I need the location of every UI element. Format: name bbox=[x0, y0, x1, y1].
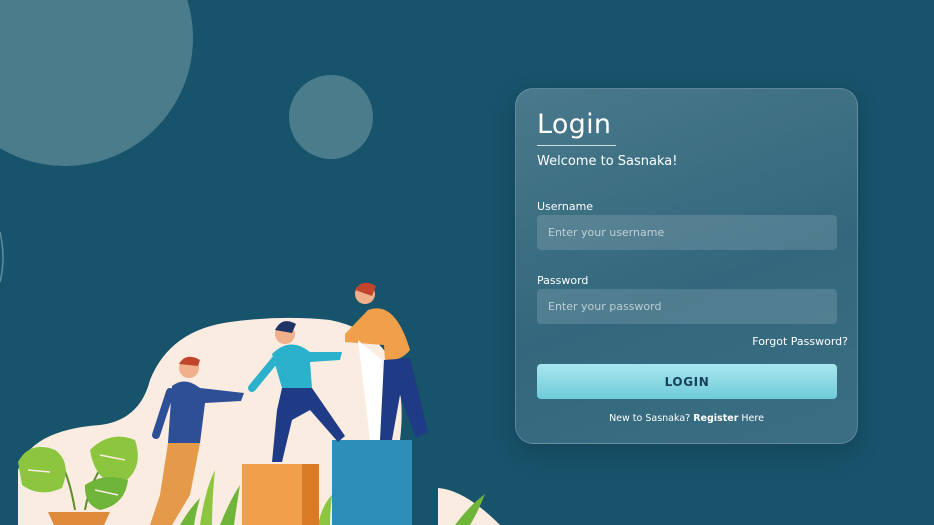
username-label: Username bbox=[537, 200, 594, 213]
login-title: Login bbox=[537, 109, 612, 140]
login-card: Login Welcome to Sasnaka! Username Passw… bbox=[515, 88, 858, 444]
title-underline bbox=[537, 145, 616, 146]
password-label: Password bbox=[537, 274, 589, 287]
large-decorative-circle bbox=[0, 0, 193, 166]
small-decorative-circle bbox=[289, 75, 373, 159]
username-input[interactable] bbox=[537, 215, 837, 250]
forgot-password-link[interactable]: Forgot Password? bbox=[752, 335, 848, 348]
register-link[interactable]: Register bbox=[693, 413, 738, 424]
password-input[interactable] bbox=[537, 289, 837, 324]
welcome-text: Welcome to Sasnaka! bbox=[537, 154, 678, 169]
register-line: New to Sasnaka? Register Here bbox=[516, 413, 857, 424]
edge-arc bbox=[0, 231, 4, 283]
register-prefix: New to Sasnaka? bbox=[609, 413, 691, 424]
register-suffix: Here bbox=[741, 413, 764, 424]
login-button[interactable]: LOGIN bbox=[537, 364, 837, 399]
